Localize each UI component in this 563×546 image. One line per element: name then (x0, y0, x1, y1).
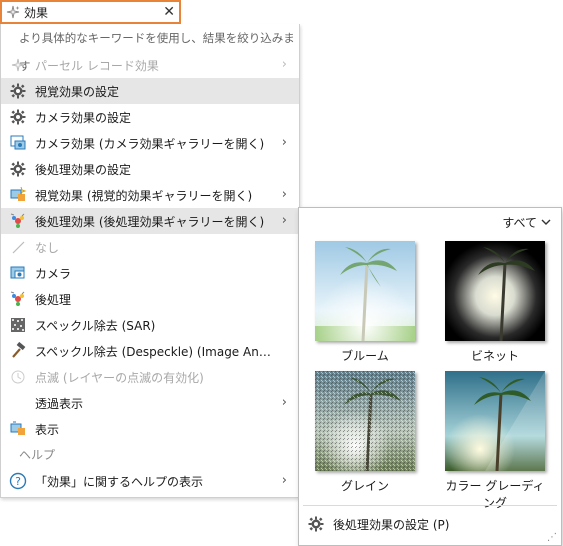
menu-item-label: スペックル除去 (Despeckle) (Image Analyst... (35, 344, 275, 359)
menu-item-label: 後処理効果 (後処理効果ギャラリーを開く) (35, 214, 265, 229)
menu-item[interactable]: 透過表示 › (1, 390, 299, 416)
clear-search-button[interactable]: ✕ (163, 4, 175, 20)
chevron-down-icon[interactable] (541, 215, 551, 229)
help-icon: ? (9, 472, 27, 490)
chevron-right-icon: › (281, 187, 287, 202)
search-hint: より具体的なキーワードを使用し、結果を絞り込みます (19, 31, 295, 73)
menu-item-label: カメラ効果の設定 (35, 110, 132, 125)
post-processing-gallery: すべて ブルーム ビネット グレイン カラー グレーディング 後処理効果の設定 … (298, 207, 562, 546)
post-processing-icon (9, 290, 27, 308)
search-input[interactable] (24, 5, 152, 19)
post-processing-settings-command[interactable]: 後処理効果の設定 (P) (307, 512, 449, 536)
menu-item: パーセル レコード効果 › (1, 52, 299, 78)
menu-item-label: 後処理効果の設定 (35, 162, 132, 177)
thumbnail-caption: ビネット (470, 349, 519, 363)
thumbnail-grain[interactable]: グレイン (315, 371, 419, 494)
menu-item[interactable]: カメラ効果 (カメラ効果ギャラリーを開く) › (1, 130, 299, 156)
gear-icon (9, 160, 27, 178)
menu-item[interactable]: 視覚効果の設定 (1, 78, 299, 104)
color-grading-preview (445, 371, 545, 471)
menu-item[interactable]: スペックル除去 (SAR) (1, 312, 299, 338)
svg-text:?: ? (15, 475, 21, 488)
menu-item[interactable]: 後処理効果の設定 (1, 156, 299, 182)
menu-item-label: 視覚効果の設定 (35, 84, 120, 99)
thumbnail-caption: グレイン (340, 479, 389, 493)
visual-effects-icon (9, 186, 27, 204)
menu-item[interactable]: スペックル除去 (Despeckle) (Image Analyst... (1, 338, 299, 364)
resize-grip-icon[interactable]: ⋰ (547, 532, 557, 543)
menu-item[interactable]: 後処理 (1, 286, 299, 312)
thumbnail-color-grading[interactable]: カラー グレーディング (445, 371, 549, 511)
menu-item-label: 点滅 (レイヤーの点滅の有効化) (35, 370, 204, 385)
menu-item-label: カメラ (35, 266, 72, 281)
menu-item-label: 視覚効果 (視覚的効果ギャラリーを開く) (35, 188, 253, 203)
sparkle-icon (2, 5, 24, 19)
command-label: 後処理効果の設定 (P) (333, 517, 450, 532)
menu-item[interactable]: 視覚効果 (視覚的効果ギャラリーを開く) › (1, 182, 299, 208)
menu-item-label: 表示 (35, 422, 60, 437)
speckle-icon (9, 316, 27, 334)
camera-icon (9, 264, 27, 282)
menu-item[interactable]: 表示 (1, 416, 299, 442)
bloom-preview (315, 241, 415, 341)
camera-gallery-icon (9, 134, 27, 152)
chevron-right-icon: › (281, 473, 287, 488)
thumbnail-caption: ブルーム (341, 349, 389, 363)
hammer-icon (9, 342, 27, 360)
chevron-right-icon: › (281, 213, 287, 228)
grain-preview (315, 371, 415, 471)
help-item-label: 「効果」に関するヘルプの表示 (35, 474, 204, 489)
display-icon (9, 420, 27, 438)
help-item[interactable]: ? 「効果」に関するヘルプの表示 › (1, 468, 299, 494)
gallery-divider (303, 505, 557, 506)
menu-item[interactable]: カメラ効果の設定 (1, 104, 299, 130)
results-menu: より具体的なキーワードを使用し、結果を絞り込みます パーセル レコード効果 › 視覚… (0, 24, 300, 498)
menu-item-label: スペックル除去 (SAR) (35, 318, 156, 333)
gear-icon (9, 82, 27, 100)
none-slash-icon (9, 238, 27, 256)
post-processing-icon (9, 212, 27, 230)
thumbnail-bloom[interactable]: ブルーム (315, 241, 419, 364)
chevron-right-icon: › (281, 57, 287, 72)
gallery-filter-dropdown[interactable]: すべて (502, 214, 537, 231)
help-section-header: ヘルプ (19, 448, 56, 462)
vignette-preview (445, 241, 545, 341)
blink-icon (9, 368, 27, 386)
search-box[interactable]: ✕ (0, 0, 181, 24)
menu-item-label: カメラ効果 (カメラ効果ギャラリーを開く) (35, 136, 265, 151)
menu-item[interactable]: 後処理効果 (後処理効果ギャラリーを開く) › (1, 208, 299, 234)
gear-icon (307, 516, 325, 532)
gear-icon (9, 108, 27, 126)
menu-item-label: 後処理 (35, 292, 72, 307)
chevron-right-icon: › (281, 135, 287, 150)
menu-item-label: なし (35, 240, 60, 255)
sparkle-icon (9, 56, 27, 74)
menu-item-label: パーセル レコード効果 (35, 58, 159, 73)
menu-item: 点滅 (レイヤーの点滅の有効化) (1, 364, 299, 390)
menu-item[interactable]: カメラ (1, 260, 299, 286)
chevron-right-icon: › (281, 395, 287, 410)
icon-placeholder (9, 394, 27, 412)
thumbnail-vignette[interactable]: ビネット (445, 241, 549, 364)
menu-item-label: 透過表示 (35, 396, 84, 411)
menu-item: なし (1, 234, 299, 260)
